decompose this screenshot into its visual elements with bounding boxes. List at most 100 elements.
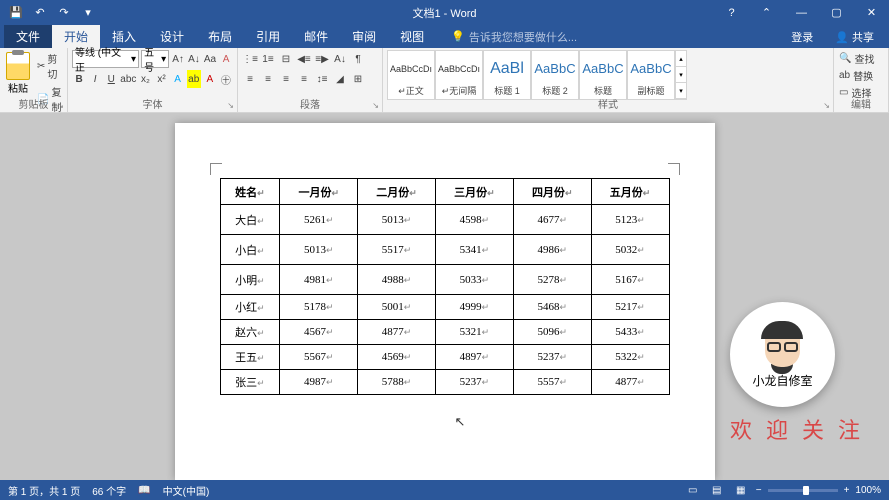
- zoom-out-button[interactable]: −: [756, 485, 762, 496]
- zoom-level[interactable]: 100%: [855, 485, 881, 496]
- help-button[interactable]: ?: [714, 0, 749, 25]
- table-cell[interactable]: 5217↵: [591, 295, 669, 320]
- replace-button[interactable]: ab 替换: [838, 67, 884, 84]
- table-cell[interactable]: 5013↵: [280, 235, 358, 265]
- decrease-indent-button[interactable]: ◀≡: [296, 50, 312, 68]
- table-header-cell[interactable]: 四月份↵: [513, 179, 591, 205]
- tab-mailings[interactable]: 邮件: [292, 25, 340, 48]
- undo-button[interactable]: ↶: [29, 2, 51, 24]
- shading-button[interactable]: ◢: [332, 70, 348, 88]
- align-right-button[interactable]: ≡: [278, 70, 294, 88]
- styles-dialog-launcher[interactable]: ↘: [823, 101, 830, 110]
- table-cell[interactable]: 4987↵: [280, 370, 358, 395]
- table-cell[interactable]: 5123↵: [591, 205, 669, 235]
- spell-check-icon[interactable]: 📖: [138, 485, 150, 496]
- enclose-button[interactable]: ㊉: [219, 70, 233, 88]
- table-cell[interactable]: 小白↵: [220, 235, 280, 265]
- find-button[interactable]: 🔍 查找: [838, 50, 884, 67]
- cut-button[interactable]: ✂ 剪切: [36, 50, 63, 82]
- tab-file[interactable]: 文件: [4, 25, 52, 48]
- table-cell[interactable]: 5032↵: [591, 235, 669, 265]
- line-spacing-button[interactable]: ↕≡: [314, 70, 330, 88]
- table-cell[interactable]: 5557↵: [513, 370, 591, 395]
- zoom-slider[interactable]: [768, 489, 838, 492]
- word-count[interactable]: 66 个字: [92, 483, 126, 498]
- bold-button[interactable]: B: [72, 70, 86, 88]
- paragraph-dialog-launcher[interactable]: ↘: [372, 101, 379, 110]
- superscript-button[interactable]: x²: [154, 70, 168, 88]
- tab-review[interactable]: 审阅: [340, 25, 388, 48]
- show-marks-button[interactable]: ¶: [350, 50, 366, 68]
- table-cell[interactable]: 5322↵: [591, 345, 669, 370]
- increase-indent-button[interactable]: ≡▶: [314, 50, 330, 68]
- data-table[interactable]: 姓名↵一月份↵二月份↵三月份↵四月份↵五月份↵大白↵5261↵5013↵4598…: [220, 178, 670, 395]
- page-count[interactable]: 第 1 页，共 1 页: [8, 483, 80, 498]
- page[interactable]: 姓名↵一月份↵二月份↵三月份↵四月份↵五月份↵大白↵5261↵5013↵4598…: [175, 123, 715, 480]
- table-cell[interactable]: 5033↵: [435, 265, 513, 295]
- table-row[interactable]: 大白↵5261↵5013↵4598↵4677↵5123↵: [220, 205, 669, 235]
- share-button[interactable]: 👤 共享: [825, 26, 884, 48]
- table-cell[interactable]: 4877↵: [591, 370, 669, 395]
- justify-button[interactable]: ≡: [296, 70, 312, 88]
- qat-dropdown[interactable]: ▾: [77, 2, 99, 24]
- style-item-3[interactable]: AaBbC标题 2: [531, 50, 579, 100]
- style-item-4[interactable]: AaBbC标题: [579, 50, 627, 100]
- table-row[interactable]: 小明↵4981↵4988↵5033↵5278↵5167↵: [220, 265, 669, 295]
- align-center-button[interactable]: ≡: [260, 70, 276, 88]
- table-cell[interactable]: 大白↵: [220, 205, 280, 235]
- table-cell[interactable]: 4897↵: [435, 345, 513, 370]
- login-button[interactable]: 登录: [781, 26, 823, 48]
- style-item-5[interactable]: AaBbC副标题: [627, 50, 675, 100]
- table-row[interactable]: 王五↵5567↵4569↵4897↵5237↵5322↵: [220, 345, 669, 370]
- table-cell[interactable]: 4999↵: [435, 295, 513, 320]
- maximize-button[interactable]: ▢: [819, 0, 854, 25]
- highlight-button[interactable]: ab: [187, 70, 201, 88]
- redo-button[interactable]: ↷: [53, 2, 75, 24]
- grow-font-button[interactable]: A↑: [171, 50, 185, 68]
- table-cell[interactable]: 5178↵: [280, 295, 358, 320]
- tab-layout[interactable]: 布局: [196, 25, 244, 48]
- style-item-2[interactable]: AaBl标题 1: [483, 50, 531, 100]
- table-cell[interactable]: 5788↵: [358, 370, 436, 395]
- table-cell[interactable]: 4598↵: [435, 205, 513, 235]
- table-cell[interactable]: 4988↵: [358, 265, 436, 295]
- font-dialog-launcher[interactable]: ↘: [227, 101, 234, 110]
- table-row[interactable]: 小白↵5013↵5517↵5341↵4986↵5032↵: [220, 235, 669, 265]
- close-button[interactable]: ✕: [854, 0, 889, 25]
- table-cell[interactable]: 小明↵: [220, 265, 280, 295]
- table-row[interactable]: 小红↵5178↵5001↵4999↵5468↵5217↵: [220, 295, 669, 320]
- read-mode-button[interactable]: ▭: [684, 483, 702, 497]
- align-left-button[interactable]: ≡: [242, 70, 258, 88]
- table-header-cell[interactable]: 三月份↵: [435, 179, 513, 205]
- tab-references[interactable]: 引用: [244, 25, 292, 48]
- table-header-cell[interactable]: 一月份↵: [280, 179, 358, 205]
- table-cell[interactable]: 赵六↵: [220, 320, 280, 345]
- table-cell[interactable]: 5167↵: [591, 265, 669, 295]
- table-header-row[interactable]: 姓名↵一月份↵二月份↵三月份↵四月份↵五月份↵: [220, 179, 669, 205]
- table-cell[interactable]: 5517↵: [358, 235, 436, 265]
- language[interactable]: 中文(中国): [163, 483, 210, 498]
- subscript-button[interactable]: x₂: [138, 70, 152, 88]
- table-cell[interactable]: 5001↵: [358, 295, 436, 320]
- table-cell[interactable]: 5013↵: [358, 205, 436, 235]
- table-cell[interactable]: 5261↵: [280, 205, 358, 235]
- sort-button[interactable]: A↓: [332, 50, 348, 68]
- table-cell[interactable]: 王五↵: [220, 345, 280, 370]
- italic-button[interactable]: I: [88, 70, 102, 88]
- table-cell[interactable]: 5278↵: [513, 265, 591, 295]
- style-item-1[interactable]: AaBbCcDı↵无间隔: [435, 50, 483, 100]
- table-cell[interactable]: 4877↵: [358, 320, 436, 345]
- table-cell[interactable]: 5321↵: [435, 320, 513, 345]
- strike-button[interactable]: abc: [120, 70, 136, 88]
- save-button[interactable]: 💾: [5, 2, 27, 24]
- table-cell[interactable]: 5237↵: [513, 345, 591, 370]
- table-cell[interactable]: 4677↵: [513, 205, 591, 235]
- table-cell[interactable]: 4986↵: [513, 235, 591, 265]
- minimize-button[interactable]: —: [784, 0, 819, 25]
- font-color-button[interactable]: A: [203, 70, 217, 88]
- table-cell[interactable]: 5341↵: [435, 235, 513, 265]
- clear-format-button[interactable]: A: [219, 50, 233, 68]
- underline-button[interactable]: U: [104, 70, 118, 88]
- ribbon-minimize[interactable]: ⌃: [749, 0, 784, 25]
- table-header-cell[interactable]: 五月份↵: [591, 179, 669, 205]
